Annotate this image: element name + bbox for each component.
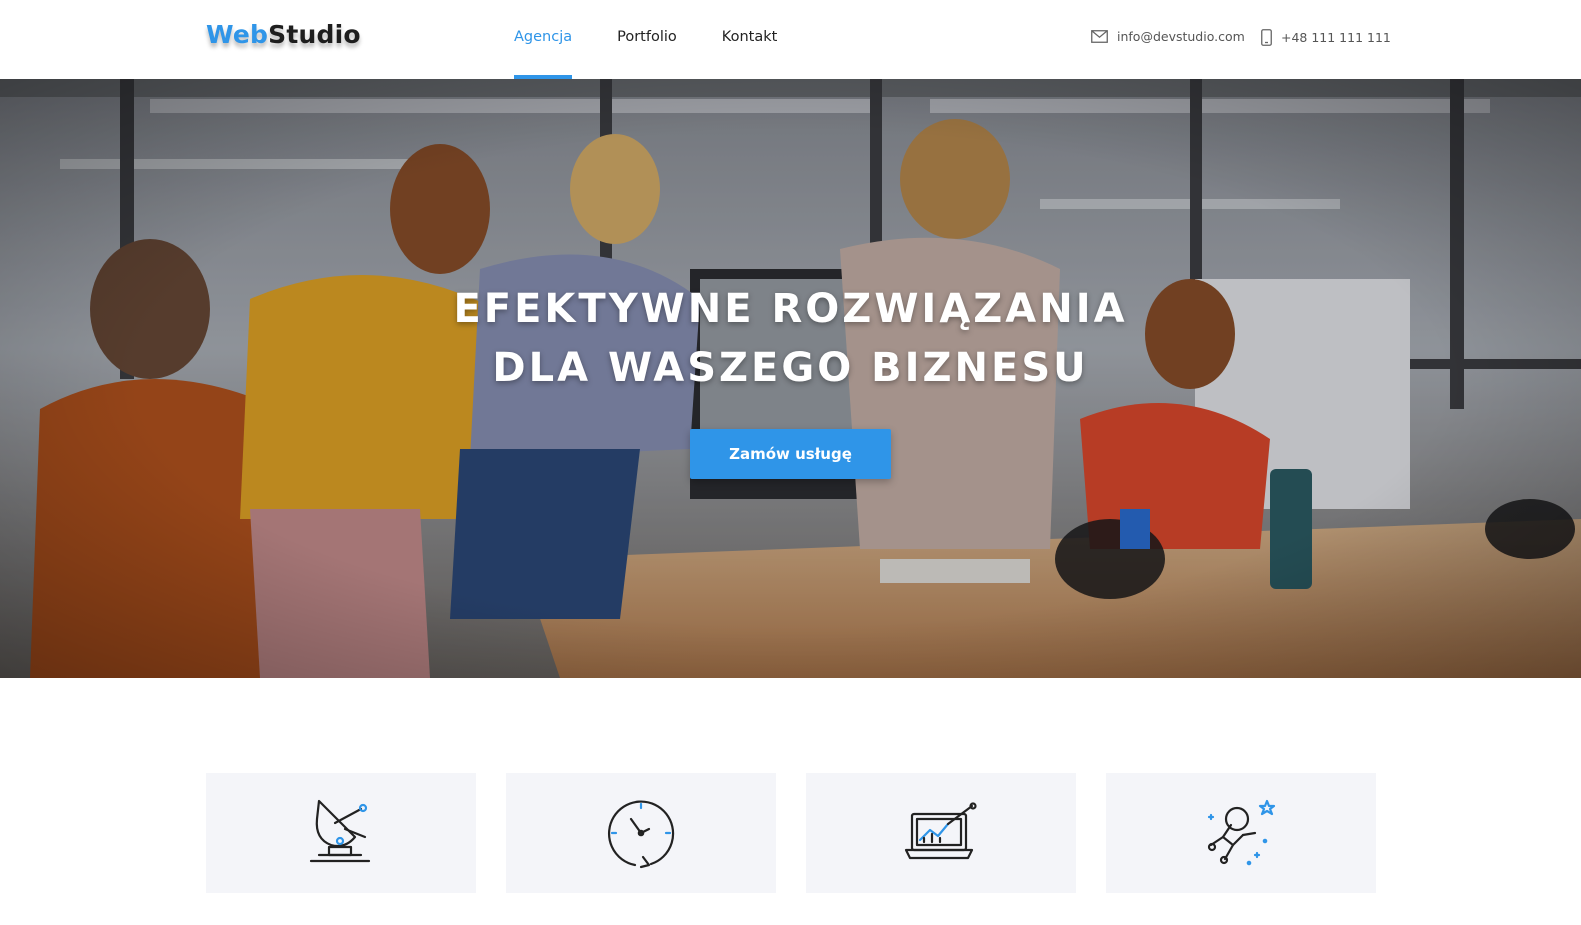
contact-phone-text: +48 111 111 111 bbox=[1281, 30, 1391, 45]
logo-studio: Studio bbox=[268, 20, 361, 49]
hero-title-line1: EFEKTYWNE ROZWIĄZANIA bbox=[453, 286, 1128, 332]
contact-email[interactable]: info@devstudio.com bbox=[1091, 29, 1245, 44]
envelope-icon bbox=[1091, 30, 1108, 43]
satellite-dish-icon bbox=[309, 799, 371, 863]
astronaut-icon bbox=[1207, 799, 1276, 866]
feature-card-analytics[interactable] bbox=[806, 773, 1076, 893]
main-nav: Agencja Portfolio Kontakt bbox=[514, 0, 822, 79]
features-row bbox=[206, 773, 1376, 893]
site-header: WebStudio Agencja Portfolio Kontakt info… bbox=[0, 0, 1581, 79]
nav-item-kontakt[interactable]: Kontakt bbox=[722, 0, 778, 79]
contact-phone[interactable]: +48 111 111 111 bbox=[1261, 29, 1391, 46]
laptop-chart-icon bbox=[904, 802, 977, 860]
logo[interactable]: WebStudio bbox=[206, 20, 361, 49]
feature-card-astronaut[interactable] bbox=[1106, 773, 1376, 893]
hero-title-line2: DLA WASZEGO BIZNESU bbox=[492, 345, 1089, 391]
order-service-button[interactable]: Zamów usługę bbox=[690, 429, 891, 479]
feature-card-satellite[interactable] bbox=[206, 773, 476, 893]
nav-item-portfolio[interactable]: Portfolio bbox=[617, 0, 677, 79]
clock-icon bbox=[608, 800, 675, 869]
nav-item-agencja[interactable]: Agencja bbox=[514, 0, 573, 79]
feature-card-clock[interactable] bbox=[506, 773, 776, 893]
logo-web: Web bbox=[206, 20, 269, 49]
contact-email-text: info@devstudio.com bbox=[1117, 29, 1245, 44]
hero-section: EFEKTYWNE ROZWIĄZANIA DLA WASZEGO BIZNES… bbox=[0, 79, 1581, 678]
smartphone-icon bbox=[1261, 29, 1272, 46]
